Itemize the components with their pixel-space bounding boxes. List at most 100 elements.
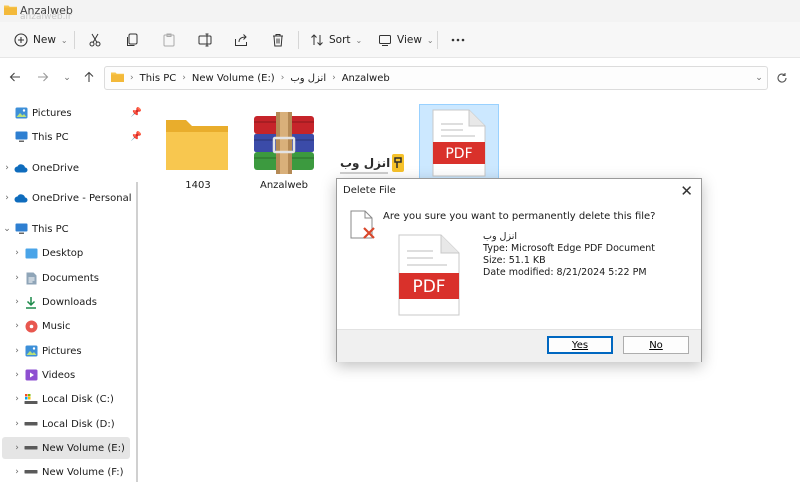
address-bar[interactable]: › This PC › New Volume (E:) › انزل وب › … <box>104 66 768 90</box>
more-options-button[interactable] <box>450 28 466 52</box>
system-drive-icon <box>24 392 38 406</box>
up-button[interactable] <box>80 69 98 87</box>
sidebar-item-label: Pictures <box>32 107 72 119</box>
sidebar-item-pictures-quick[interactable]: Pictures 📌 <box>14 102 146 124</box>
sidebar-item-local-disk-c[interactable]: › Local Disk (C:) <box>10 388 142 410</box>
sidebar-item-documents[interactable]: › Documents <box>10 267 142 289</box>
delete-file-dialog: Delete File ✕ Are you sure you want to p… <box>336 178 702 362</box>
cut-button[interactable] <box>88 28 102 52</box>
refresh-icon <box>776 73 788 87</box>
sort-arrows-icon <box>310 33 324 47</box>
sidebar-item-this-pc[interactable]: ⌄ This PC <box>0 218 132 240</box>
chevron-down-icon: ⌄ <box>355 35 363 45</box>
separator <box>298 31 299 49</box>
chevron-down-icon: ⌄ <box>3 224 11 234</box>
recent-locations-button[interactable]: ⌄ <box>58 69 76 87</box>
sidebar-item-label: Desktop <box>42 247 84 259</box>
sidebar-item-label: Pictures <box>42 345 82 357</box>
chevron-right-icon: › <box>5 193 9 203</box>
clipboard-icon <box>162 33 176 47</box>
file-details-size: Size: 51.1 KB <box>483 255 546 266</box>
desktop-icon <box>24 246 38 260</box>
chevron-right-icon: › <box>15 297 19 307</box>
pdf-file-icon: PDF <box>429 108 489 181</box>
address-dropdown-button[interactable]: ⌄ <box>750 69 768 87</box>
pictures-icon <box>24 344 38 358</box>
share-icon <box>234 33 248 47</box>
delete-file-icon <box>349 209 377 244</box>
chevron-down-icon: ⌄ <box>60 35 68 45</box>
copy-button[interactable] <box>125 28 139 52</box>
yes-button[interactable]: Yes <box>547 336 613 354</box>
sidebar-item-label: Downloads <box>42 296 97 308</box>
chevron-right-icon: › <box>15 346 19 356</box>
dialog-close-button[interactable]: ✕ <box>680 182 693 200</box>
sidebar-item-music[interactable]: › Music <box>10 315 142 337</box>
view-button[interactable]: View ⌄ <box>378 28 434 52</box>
sidebar-item-label: Local Disk (D:) <box>42 418 115 430</box>
view-label: View <box>397 34 422 46</box>
sidebar-item-local-disk-d[interactable]: › Local Disk (D:) <box>10 413 142 435</box>
file-item-folder[interactable]: 1403 <box>158 106 238 196</box>
sidebar-item-label: Videos <box>42 369 76 381</box>
breadcrumb-anzalweb-fa[interactable]: انزل وب <box>290 73 326 84</box>
sidebar-item-videos[interactable]: › Videos <box>10 364 142 386</box>
refresh-button[interactable] <box>776 72 788 87</box>
breadcrumb-this-pc[interactable]: This PC <box>140 73 177 84</box>
share-button[interactable] <box>234 28 248 52</box>
file-details-type: Type: Microsoft Edge PDF Document <box>483 243 655 254</box>
chevron-right-icon: › <box>130 73 134 83</box>
paste-button[interactable] <box>162 28 176 52</box>
sidebar-item-this-pc-quick[interactable]: This PC 📌 <box>14 126 146 148</box>
sidebar-item-onedrive[interactable]: › OneDrive <box>0 157 132 179</box>
file-name: 1403 <box>185 180 211 191</box>
sidebar-item-pictures[interactable]: › Pictures <box>10 340 142 362</box>
sidebar-item-desktop[interactable]: › Desktop <box>10 242 142 264</box>
back-button[interactable] <box>6 69 24 87</box>
dialog-footer: Yes No <box>337 329 701 362</box>
documents-icon <box>24 271 38 285</box>
sidebar-item-downloads[interactable]: › Downloads <box>10 291 142 313</box>
cloud-icon <box>14 161 28 175</box>
separator <box>437 31 438 49</box>
file-item-pdf[interactable]: PDF <box>419 104 499 186</box>
sidebar-scrollbar[interactable] <box>136 182 138 482</box>
chevron-right-icon: › <box>15 248 19 258</box>
chevron-right-icon: › <box>15 370 19 380</box>
sidebar-item-label: OneDrive <box>32 162 80 174</box>
view-layout-icon <box>378 33 392 47</box>
sidebar-item-onedrive-personal[interactable]: › OneDrive - Personal <box>0 187 132 209</box>
chevron-right-icon: › <box>5 163 9 173</box>
arrow-left-icon <box>9 71 21 86</box>
sidebar-item-label: Local Disk (C:) <box>42 393 114 405</box>
forward-button[interactable] <box>34 69 52 87</box>
delete-button[interactable] <box>271 28 285 52</box>
svg-text:PDF: PDF <box>445 146 472 162</box>
sort-button[interactable]: Sort ⌄ <box>310 28 362 52</box>
new-label: New <box>33 34 56 46</box>
sidebar-item-new-volume-f[interactable]: › New Volume (F:) <box>10 461 142 483</box>
video-icon <box>24 368 38 382</box>
monitor-icon <box>14 130 28 144</box>
sidebar-item-label: This PC <box>32 131 69 143</box>
sidebar-item-label: New Volume (E:) <box>42 442 125 454</box>
sidebar-item-new-volume-e[interactable]: › New Volume (E:) <box>2 437 130 459</box>
folder-icon <box>4 4 17 18</box>
sidebar-item-label: This PC <box>32 223 69 235</box>
file-item-archive[interactable]: Anzalweb <box>244 106 324 196</box>
command-bar: New ⌄ Sort ⌄ View ⌄ <box>0 22 800 58</box>
chevron-right-icon: › <box>182 73 186 83</box>
file-name: Anzalweb <box>259 180 308 191</box>
breadcrumb-new-volume-e[interactable]: New Volume (E:) <box>192 73 275 84</box>
rename-button[interactable] <box>198 28 212 52</box>
chevron-down-icon: ⌄ <box>426 35 434 45</box>
no-button[interactable]: No <box>623 336 689 354</box>
chevron-down-icon: ⌄ <box>63 73 71 83</box>
scissors-icon <box>88 33 102 47</box>
sort-label: Sort <box>329 34 351 46</box>
arrow-up-icon <box>83 71 95 86</box>
sidebar-item-label: Documents <box>42 272 100 284</box>
file-details-name: انزل وب <box>483 231 517 242</box>
new-button[interactable]: New ⌄ <box>14 28 68 52</box>
breadcrumb-anzalweb[interactable]: Anzalweb <box>342 73 390 84</box>
